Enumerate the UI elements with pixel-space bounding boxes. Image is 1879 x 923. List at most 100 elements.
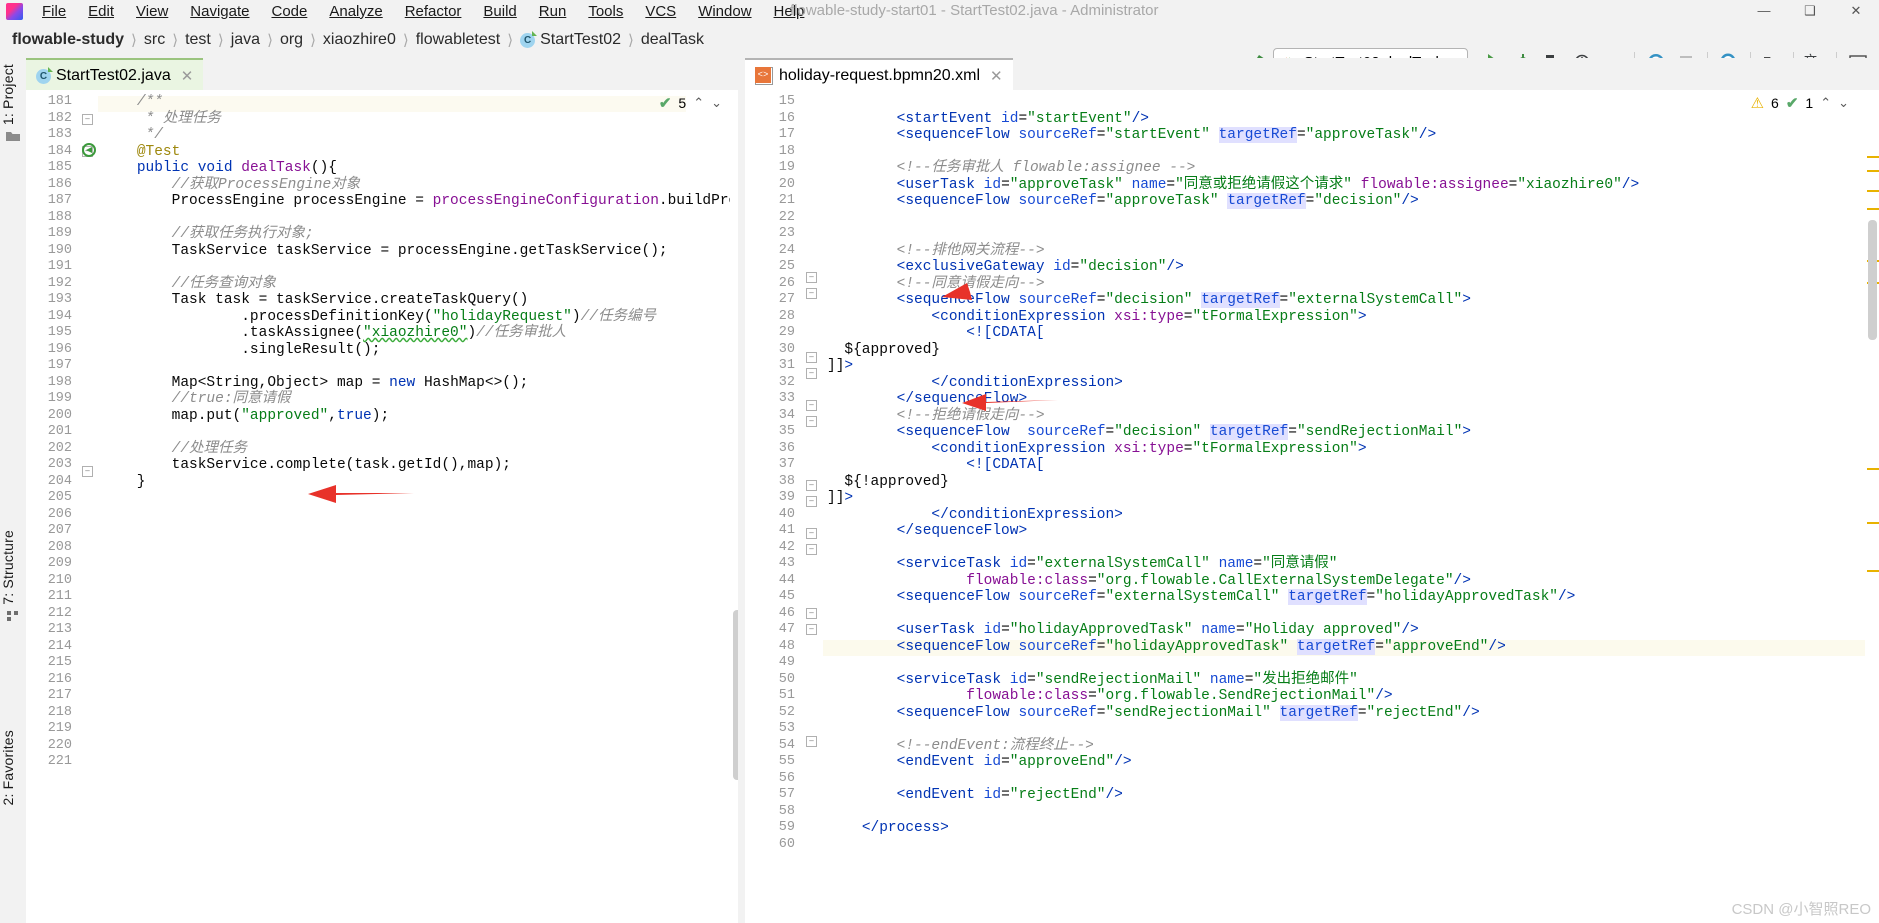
code-line[interactable]: <sequenceFlow sourceRef="externalSystemC… xyxy=(827,589,1575,605)
code-line[interactable]: public void dealTask(){ xyxy=(102,160,337,176)
code-line[interactable]: <conditionExpression xsi:type="tFormalEx… xyxy=(827,441,1366,457)
menu-item-run[interactable]: Run xyxy=(528,3,578,20)
code-line[interactable]: <endEvent id="rejectEnd"/> xyxy=(827,787,1123,803)
code-line[interactable]: <!--endEvent:流程终止--> xyxy=(827,738,1094,754)
code-line[interactable]: .processDefinitionKey("holidayRequest")/… xyxy=(102,309,656,325)
java-gutter[interactable]: 181 182 183 184 185 186 187 188 189 190 191 192 193 1… xyxy=(26,90,79,923)
code-line[interactable] xyxy=(102,556,111,572)
code-line[interactable]: <sequenceFlow sourceRef="approveTask" ta… xyxy=(827,193,1419,209)
code-line[interactable]: flowable:class="org.flowable.SendRejecti… xyxy=(827,688,1392,704)
code-line[interactable] xyxy=(827,771,836,787)
chevron-up-icon[interactable]: ⌃ xyxy=(1820,95,1831,111)
menu-item-code[interactable]: Code xyxy=(260,3,318,20)
java-editor-body[interactable]: 181 182 183 184 185 186 187 188 189 190 191 192 193 1… xyxy=(26,90,744,923)
code-line[interactable]: Map<String,Object> map = new HashMap<>()… xyxy=(102,375,529,391)
code-line[interactable] xyxy=(102,705,111,721)
code-line[interactable]: <sequenceFlow sourceRef="decision" targe… xyxy=(827,424,1471,440)
code-line[interactable] xyxy=(827,210,836,226)
fold-marker[interactable]: – xyxy=(806,480,817,491)
code-line[interactable] xyxy=(827,226,836,242)
code-line[interactable]: <!--排他网关流程--> xyxy=(827,243,1045,259)
code-line[interactable] xyxy=(102,688,111,704)
code-line[interactable]: .singleResult(); xyxy=(102,342,380,358)
chevron-down-icon[interactable]: ⌄ xyxy=(1838,95,1849,111)
menu-item-view[interactable]: View xyxy=(125,3,179,20)
breadcrumb-item-org[interactable]: org xyxy=(280,31,303,49)
code-line[interactable] xyxy=(102,523,111,539)
xml-code-area[interactable]: <startEvent id="startEvent"/> <sequenceF… xyxy=(827,90,1865,923)
code-line[interactable] xyxy=(102,573,111,589)
code-line[interactable]: <startEvent id="startEvent"/> xyxy=(827,111,1149,127)
fold-marker[interactable]: – xyxy=(806,272,817,283)
warning-marker[interactable] xyxy=(1867,208,1879,210)
code-line[interactable]: flowable:class="org.flowable.CallExterna… xyxy=(827,573,1471,589)
code-line[interactable]: <conditionExpression xsi:type="tFormalEx… xyxy=(827,309,1366,325)
code-line[interactable]: /** xyxy=(102,94,163,110)
menu-item-navigate[interactable]: Navigate xyxy=(179,3,260,20)
chevron-up-icon[interactable]: ⌃ xyxy=(693,95,704,111)
code-line[interactable]: </sequenceFlow> xyxy=(827,523,1028,539)
code-line[interactable] xyxy=(827,721,836,737)
xml-gutter[interactable]: 15 16 17 18 19 20 21 22 23 24 25 26 27 28 29 30 31 32 33 34… xyxy=(745,90,802,923)
code-line[interactable] xyxy=(102,490,111,506)
breadcrumb-item-test[interactable]: test xyxy=(185,31,211,49)
code-line[interactable]: } xyxy=(102,474,146,490)
code-line[interactable] xyxy=(827,94,836,110)
breadcrumb-item-class[interactable]: C StartTest02 xyxy=(520,30,621,49)
code-line[interactable]: </conditionExpression> xyxy=(827,375,1122,391)
fold-marker[interactable]: – xyxy=(806,416,817,427)
code-line[interactable]: </process> xyxy=(827,820,949,836)
warning-marker[interactable] xyxy=(1867,522,1879,524)
menu-item-analyze[interactable]: Analyze xyxy=(318,3,393,20)
code-line[interactable]: ]]> xyxy=(827,490,853,506)
warning-marker[interactable] xyxy=(1867,170,1879,172)
fold-marker[interactable]: – xyxy=(82,114,93,125)
close-icon[interactable]: ✕ xyxy=(181,67,194,85)
menu-item-vcs[interactable]: VCS xyxy=(634,3,687,20)
code-line[interactable]: <sequenceFlow sourceRef="decision" targe… xyxy=(827,292,1471,308)
code-line[interactable]: //获取ProcessEngine对象 xyxy=(102,177,361,193)
code-line[interactable]: <sequenceFlow sourceRef="sendRejectionMa… xyxy=(827,704,1480,721)
code-line[interactable]: //获取任务执行对象; xyxy=(102,226,314,242)
breadcrumb-item-java[interactable]: java xyxy=(231,31,260,49)
code-line[interactable] xyxy=(102,655,111,671)
menu-item-refactor[interactable]: Refactor xyxy=(394,3,473,20)
code-line[interactable]: <!--任务审批人 flowable:assignee --> xyxy=(827,160,1196,176)
code-line[interactable] xyxy=(827,606,836,622)
fold-marker[interactable]: – xyxy=(806,288,817,299)
code-line[interactable]: .taskAssignee("xiaozhire0")//任务审批人 xyxy=(102,325,566,341)
code-line[interactable] xyxy=(102,606,111,622)
warning-marker[interactable] xyxy=(1867,190,1879,192)
java-fold-column[interactable]: – – – xyxy=(78,90,98,923)
fold-marker[interactable]: – xyxy=(806,496,817,507)
fold-marker[interactable]: – xyxy=(806,400,817,411)
menu-item-edit[interactable]: Edit xyxy=(77,3,125,20)
code-line[interactable]: <userTask id="holidayApprovedTask" name=… xyxy=(827,622,1419,638)
menu-item-window[interactable]: Window xyxy=(687,3,762,20)
xml-scrollbar-thumb[interactable] xyxy=(1868,220,1877,340)
code-line[interactable]: ${approved} xyxy=(827,342,940,358)
code-line[interactable]: //true:同意请假 xyxy=(102,391,291,407)
warning-marker[interactable] xyxy=(1867,570,1879,572)
xml-scrollbar[interactable] xyxy=(1866,90,1879,923)
breadcrumb-item-project[interactable]: flowable-study xyxy=(12,31,124,49)
code-line[interactable] xyxy=(102,754,111,770)
code-line[interactable] xyxy=(827,144,836,160)
fold-marker[interactable]: – xyxy=(806,368,817,379)
maximize-button[interactable]: ❑ xyxy=(1787,0,1833,22)
code-line[interactable]: * 处理任务 xyxy=(102,111,221,127)
code-line[interactable] xyxy=(827,655,836,671)
code-line[interactable]: <userTask id="approveTask" name="同意或拒绝请假… xyxy=(827,177,1640,193)
fold-marker[interactable]: – xyxy=(806,608,817,619)
code-line[interactable]: Task task = taskService.createTaskQuery(… xyxy=(102,292,529,308)
fold-marker[interactable]: – xyxy=(806,528,817,539)
code-line[interactable]: ]]> xyxy=(827,358,853,374)
code-line[interactable] xyxy=(102,259,111,275)
code-line[interactable] xyxy=(102,507,111,523)
sidebar-item-favorites[interactable]: 2: Favorites xyxy=(0,730,26,806)
code-line[interactable]: ${!approved} xyxy=(827,474,948,490)
code-line[interactable]: taskService.complete(task.getId(),map); xyxy=(102,457,511,473)
code-line[interactable]: @Test xyxy=(102,144,181,160)
code-line[interactable] xyxy=(102,210,111,226)
editor-tab-holiday-request-xml[interactable]: holiday-request.bpmn20.xml ✕ xyxy=(745,58,1013,92)
